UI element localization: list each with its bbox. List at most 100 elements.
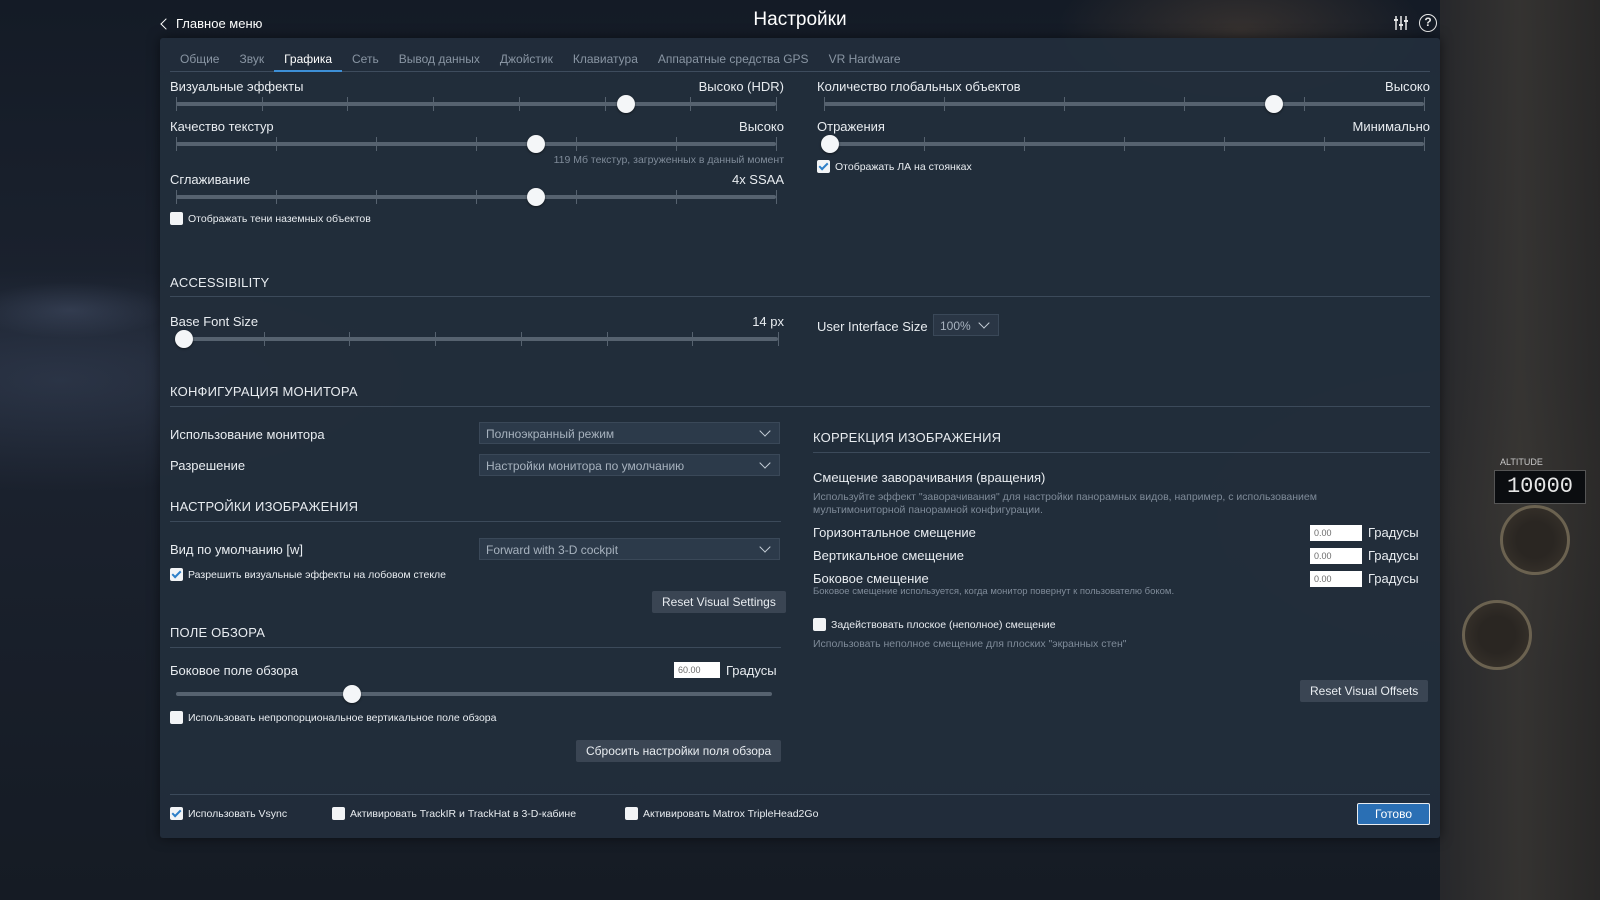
background-altitude-label: ALTITUDE	[1500, 457, 1543, 467]
visual-effects-slider[interactable]	[176, 94, 777, 114]
ui-size-dropdown[interactable]: 100%	[933, 314, 999, 336]
vsync-label: Использовать Vsync	[188, 807, 288, 820]
chevron-down-icon	[978, 317, 990, 329]
base-font-size-value: 14 px	[752, 314, 784, 329]
base-font-size-slider[interactable]	[175, 329, 779, 349]
lateral-offset-unit: Градусы	[1368, 571, 1419, 586]
lateral-fov-unit: Градусы	[726, 663, 777, 678]
ground-shadows-label: Отображать тени наземных объектов	[188, 212, 371, 225]
slider-thumb[interactable]	[617, 95, 635, 113]
flat-offset-checkbox[interactable]	[813, 618, 826, 631]
chevron-left-icon	[160, 17, 172, 30]
done-button[interactable]: Готово	[1357, 803, 1430, 825]
reset-visual-offsets-button[interactable]: Reset Visual Offsets	[1300, 680, 1429, 702]
tab-vr-hardware[interactable]: VR Hardware	[819, 48, 911, 72]
slider-tick	[276, 137, 277, 151]
slider-thumb[interactable]	[175, 330, 193, 348]
ui-size-label: User Interface Size	[817, 319, 928, 334]
flat-offset-label: Задействовать плоское (неполное) смещени…	[831, 618, 1056, 631]
slider-tick	[1064, 97, 1065, 111]
slider-tick	[176, 97, 177, 111]
tab-bar: Общие Звук Графика Сеть Вывод данных Джо…	[170, 48, 1430, 72]
lateral-fov-input[interactable]	[674, 662, 720, 678]
global-objects-slider[interactable]	[824, 94, 1425, 114]
slider-tick	[776, 137, 777, 151]
tab-network[interactable]: Сеть	[342, 48, 389, 72]
reset-fov-button[interactable]: Сбросить настройки поля обзора	[576, 740, 782, 762]
tab-data-output[interactable]: Вывод данных	[389, 48, 490, 72]
tab-general[interactable]: Общие	[170, 48, 229, 72]
matrox-checkbox[interactable]	[625, 807, 638, 820]
slider-tick	[347, 97, 349, 111]
reset-visual-settings-button[interactable]: Reset Visual Settings	[652, 591, 786, 613]
antialiasing-slider[interactable]	[176, 187, 777, 207]
tab-gps-hardware[interactable]: Аппаратные средства GPS	[648, 48, 819, 72]
ground-shadows-checkbox-row[interactable]: Отображать тени наземных объектов	[170, 212, 371, 225]
slider-tick	[349, 332, 351, 346]
resolution-dropdown[interactable]: Настройки монитора по умолчанию	[479, 454, 780, 476]
resolution-label: Разрешение	[170, 458, 246, 473]
divider	[170, 406, 1430, 407]
wrap-offset-desc-line1: Используйте эффект "заворачивания" для н…	[813, 491, 1317, 503]
slider-tick	[520, 332, 522, 346]
windshield-effects-checkbox-row[interactable]: Разрешить визуальные эффекты на лобовом …	[170, 568, 446, 581]
tab-joystick[interactable]: Джойстик	[490, 48, 563, 72]
fov-section-title: ПОЛЕ ОБЗОРА	[170, 625, 266, 640]
page-title: Настройки	[753, 9, 847, 30]
reflections-slider[interactable]	[821, 134, 1425, 154]
lateral-offset-input[interactable]	[1310, 571, 1362, 587]
lateral-fov-slider[interactable]	[176, 684, 772, 704]
texture-quality-slider[interactable]	[176, 134, 777, 154]
slider-tick	[604, 97, 606, 111]
divider	[170, 521, 781, 522]
slider-tick	[1024, 137, 1025, 151]
divider	[170, 296, 1430, 297]
tab-sound[interactable]: Звук	[229, 48, 274, 72]
matrox-checkbox-row[interactable]: Активировать Matrox TripleHead2Go	[625, 807, 818, 820]
slider-tick	[1184, 97, 1185, 111]
slider-tick	[824, 97, 825, 111]
slider-track[interactable]	[176, 692, 772, 696]
slider-tick	[676, 190, 677, 204]
slider-thumb[interactable]	[527, 135, 545, 153]
slider-track[interactable]	[176, 102, 776, 106]
reflections-value: Минимально	[1352, 119, 1430, 134]
base-font-size-label: Base Font Size	[170, 314, 259, 329]
vertical-offset-input[interactable]	[1310, 548, 1362, 564]
ground-shadows-checkbox[interactable]	[170, 212, 183, 225]
ui-size-value: 100%	[940, 319, 971, 333]
tab-keyboard[interactable]: Клавиатура	[563, 48, 648, 72]
slider-tick	[1324, 137, 1325, 151]
slider-tick	[1304, 97, 1305, 111]
trackir-label: Активировать TrackIR и TrackHat в 3-D-ка…	[350, 807, 577, 820]
sliders-icon[interactable]	[1392, 14, 1410, 32]
back-to-main-menu-button[interactable]: Главное меню	[160, 16, 262, 31]
parked-aircraft-checkbox[interactable]	[817, 160, 830, 173]
slider-thumb[interactable]	[342, 685, 361, 703]
nonprop-fov-checkbox[interactable]	[170, 711, 183, 724]
slider-track[interactable]	[178, 337, 778, 341]
default-view-label: Вид по умолчанию [w]	[170, 542, 303, 557]
slider-thumb[interactable]	[527, 188, 545, 206]
monitor-usage-dropdown[interactable]: Полноэкранный режим	[479, 422, 780, 444]
slider-track[interactable]	[824, 102, 1424, 106]
tab-graphics[interactable]: Графика	[274, 48, 343, 72]
slider-thumb[interactable]	[1265, 95, 1283, 113]
slider-tick	[944, 97, 945, 111]
windshield-effects-checkbox[interactable]	[170, 568, 183, 581]
vsync-checkbox-row[interactable]: Использовать Vsync	[170, 807, 287, 820]
flat-offset-checkbox-row[interactable]: Задействовать плоское (неполное) смещени…	[813, 618, 1056, 631]
trackir-checkbox-row[interactable]: Активировать TrackIR и TrackHat в 3-D-ка…	[332, 807, 576, 820]
image-settings-section-title: НАСТРОЙКИ ИЗОБРАЖЕНИЯ	[170, 499, 359, 514]
default-view-dropdown[interactable]: Forward with 3-D cockpit	[479, 538, 780, 560]
slider-thumb[interactable]	[821, 135, 839, 153]
slider-tick	[1224, 137, 1225, 151]
slider-tick	[778, 332, 779, 346]
horizontal-offset-input[interactable]	[1310, 525, 1362, 541]
monitor-usage-label: Использование монитора	[170, 427, 325, 442]
help-icon[interactable]: ?	[1419, 14, 1437, 32]
parked-aircraft-checkbox-row[interactable]: Отображать ЛА на стоянках	[817, 160, 972, 173]
vsync-checkbox[interactable]	[170, 807, 183, 820]
trackir-checkbox[interactable]	[332, 807, 345, 820]
nonprop-fov-checkbox-row[interactable]: Использовать непропорциональное вертикал…	[170, 711, 496, 724]
